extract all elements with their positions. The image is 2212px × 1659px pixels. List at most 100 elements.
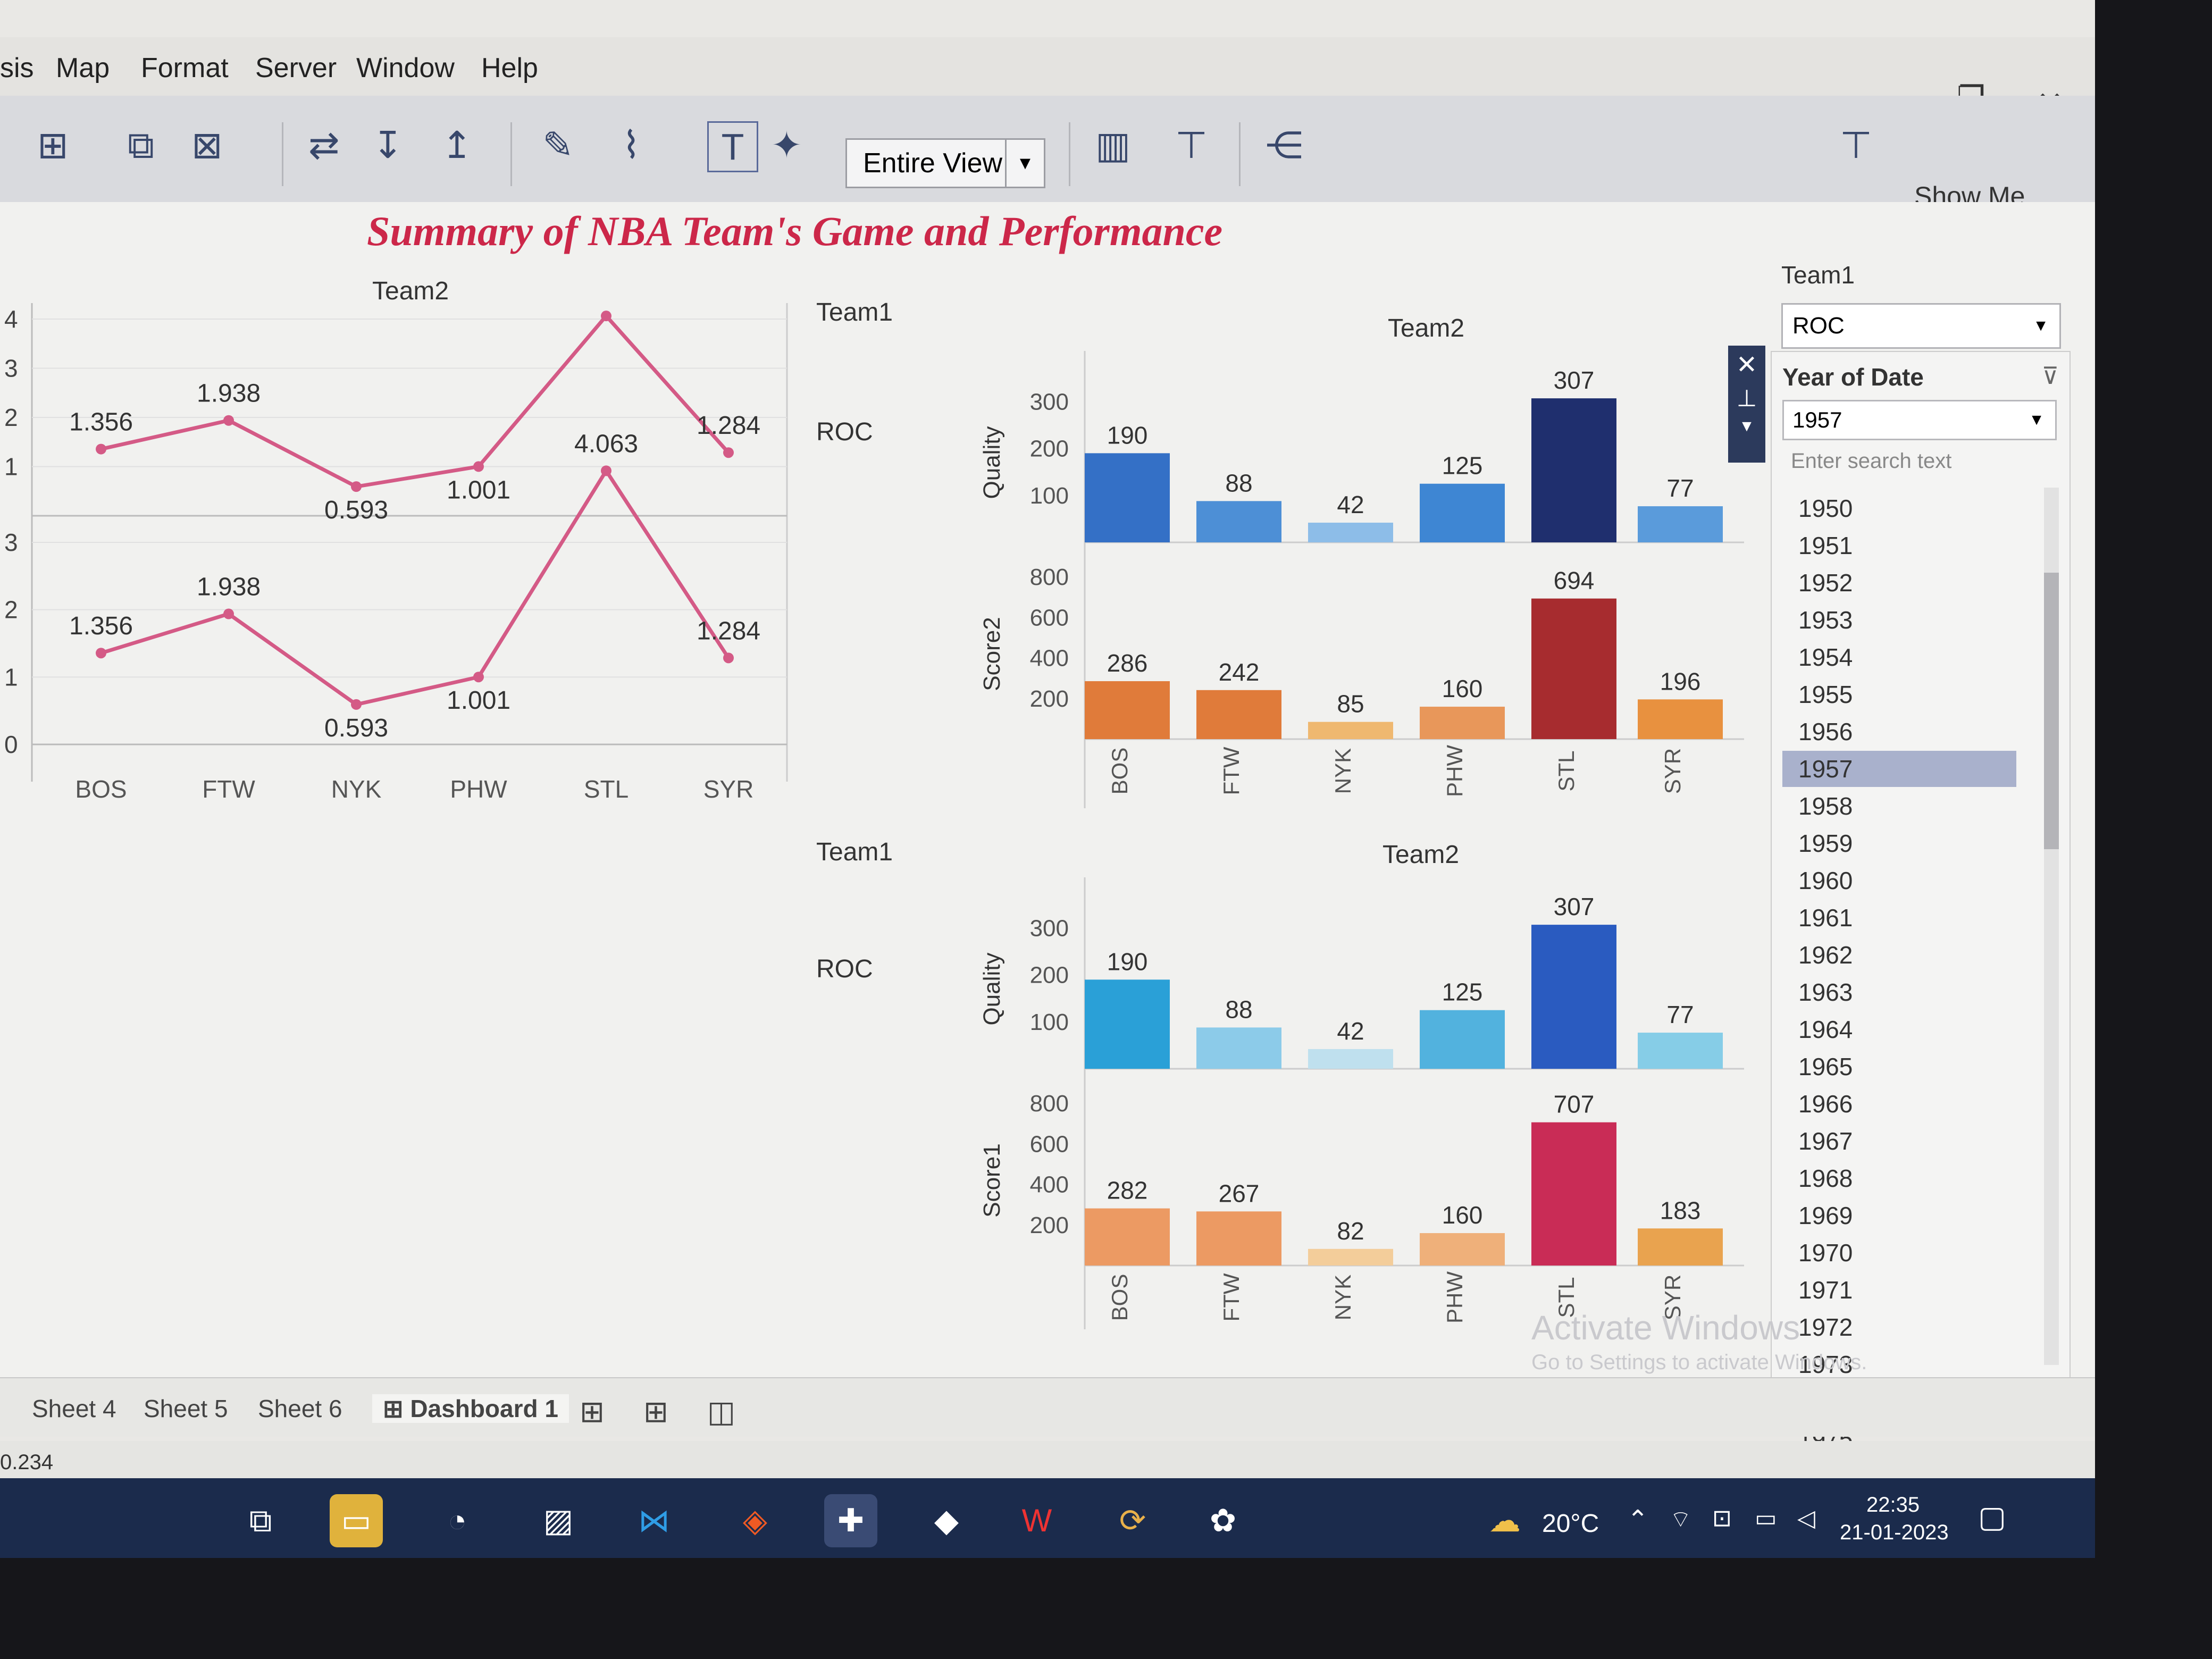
menu-analysis[interactable]: sis	[0, 52, 34, 84]
year-option[interactable]: 1963	[1782, 974, 2016, 1010]
brave-browser-icon[interactable]: ◈	[728, 1494, 782, 1547]
year-option[interactable]: 1972	[1782, 1309, 2016, 1345]
data-label: 77	[1666, 1001, 1694, 1028]
show-me-pin-icon[interactable]: ⊤	[1840, 116, 1872, 174]
tab-dashboard-1[interactable]: ⊞ Dashboard 1	[372, 1394, 569, 1423]
year-filter-dropdown: Year of Date ⊽ 1957 ▼ Enter search text …	[1771, 351, 2071, 1453]
filter-icon[interactable]: ⊽	[2042, 363, 2059, 390]
paint-app-icon[interactable]: ✿	[1196, 1494, 1250, 1547]
notifications-icon[interactable]: ▢	[1978, 1499, 2006, 1535]
year-list-scrollbar[interactable]	[2044, 488, 2059, 1365]
year-option[interactable]: 1966	[1782, 1086, 2016, 1122]
year-option[interactable]: 1959	[1782, 825, 2016, 861]
y-tick-label: 100	[1030, 1009, 1069, 1035]
year-option[interactable]: 1952	[1782, 565, 2016, 601]
close-icon[interactable]: ✕	[1728, 350, 1765, 380]
git-app-icon[interactable]: ◆	[920, 1494, 973, 1547]
year-option[interactable]: 1971	[1782, 1272, 2016, 1308]
network-icon[interactable]: ⊡	[1712, 1505, 1732, 1532]
menu-map[interactable]: Map	[56, 52, 110, 84]
wifi-icon[interactable]: ⌔	[1670, 1505, 1691, 1534]
sync-app-icon[interactable]: ⟳	[1106, 1494, 1159, 1547]
new-story-tab-icon[interactable]: ◫	[707, 1394, 735, 1429]
panel1-team2-header: Team2	[1388, 314, 1465, 342]
clock-app-icon[interactable]: ◔	[431, 1494, 484, 1547]
year-option[interactable]: 1964	[1782, 1011, 2016, 1048]
duplicate-sheet-icon[interactable]: ⧉	[128, 116, 154, 174]
year-option[interactable]: 1962	[1782, 937, 2016, 973]
data-label: 88	[1225, 469, 1252, 497]
battery-icon[interactable]: ▭	[1755, 1505, 1777, 1532]
year-filter-select[interactable]: 1957 ▼	[1782, 400, 2057, 440]
weather-icon[interactable]: ☁	[1478, 1494, 1531, 1547]
year-option[interactable]: 1967	[1782, 1123, 2016, 1159]
vscode-icon[interactable]: ⋈	[627, 1494, 681, 1547]
year-option[interactable]: 1965	[1782, 1049, 2016, 1085]
group-icon[interactable]: ⌇	[622, 116, 640, 174]
sort-descending-icon[interactable]: ↥	[441, 116, 473, 174]
new-dashboard-tab-icon[interactable]: ⊞	[643, 1394, 668, 1429]
data-point	[723, 447, 734, 458]
menu-server[interactable]: Server	[255, 52, 337, 84]
year-option[interactable]: 1954	[1782, 639, 2016, 675]
clock-date: 21-01-2023	[1840, 1521, 1949, 1544]
pin-icon[interactable]: ⊥	[1728, 385, 1765, 412]
pin-icon[interactable]: ✦	[771, 116, 802, 174]
year-option[interactable]: 1968	[1782, 1160, 2016, 1196]
y-tick-label: 1	[4, 663, 18, 691]
year-option[interactable]: 1950	[1782, 490, 2016, 526]
show-hidden-icons-icon[interactable]: ⌃	[1627, 1505, 1648, 1535]
x-tick-label: NYK	[331, 775, 382, 803]
year-option[interactable]: 1953	[1782, 602, 2016, 638]
volume-icon[interactable]: ◁	[1797, 1505, 1815, 1532]
panel2-team2-header: Team2	[1382, 841, 1460, 869]
x-tick-label: FTW	[1219, 747, 1244, 795]
chevron-down-icon[interactable]: ▼	[1728, 417, 1765, 435]
x-tick-label: SYR	[1660, 748, 1685, 794]
text-label-icon[interactable]: T	[707, 121, 758, 172]
menu-bar: sis Map Format Server Window Help	[0, 37, 2095, 96]
tab-sheet-5[interactable]: Sheet 5	[144, 1394, 228, 1423]
data-label: 82	[1337, 1217, 1364, 1245]
year-option[interactable]: 1956	[1782, 714, 2016, 750]
tab-sheet-4[interactable]: Sheet 4	[32, 1394, 116, 1423]
year-search-input[interactable]: Enter search text	[1782, 442, 2054, 480]
presentation-icon[interactable]: ⊤	[1175, 116, 1208, 174]
bar	[1085, 453, 1170, 542]
menu-help[interactable]: Help	[481, 52, 538, 84]
year-option[interactable]: 1958	[1782, 788, 2016, 824]
data-label: 1.938	[197, 380, 261, 408]
year-option[interactable]: 1951	[1782, 527, 2016, 564]
year-option[interactable]: 1955	[1782, 676, 2016, 713]
data-label: 77	[1666, 474, 1694, 502]
menu-window[interactable]: Window	[356, 52, 455, 84]
sort-ascending-icon[interactable]: ↧	[372, 116, 404, 174]
menu-format[interactable]: Format	[141, 52, 229, 84]
cards-icon[interactable]: ▥	[1095, 116, 1130, 174]
new-worksheet-icon[interactable]: ⊞	[37, 116, 69, 174]
sheet-tab-bar: Sheet 4 Sheet 5 Sheet 6 ⊞ Dashboard 1 ⊞ …	[0, 1377, 2095, 1437]
year-option[interactable]: 1961	[1782, 900, 2016, 936]
y-tick-label: 100	[1030, 483, 1069, 509]
tab-sheet-6[interactable]: Sheet 6	[258, 1394, 342, 1423]
clear-sheet-icon[interactable]: ⊠	[191, 116, 223, 174]
task-view-icon[interactable]: ⧉	[234, 1494, 287, 1547]
y-tick-label: 2	[4, 596, 18, 624]
team1-filter-select[interactable]: ROC ▼	[1781, 303, 2061, 349]
year-option[interactable]: 1960	[1782, 862, 2016, 899]
year-option[interactable]: 1957	[1782, 751, 2016, 787]
year-option[interactable]: 1970	[1782, 1235, 2016, 1271]
x-tick-label: NYK	[1330, 1275, 1355, 1320]
wps-office-icon[interactable]: W	[1010, 1494, 1063, 1547]
highlight-icon[interactable]: ✎	[542, 116, 574, 174]
photos-app-icon[interactable]: ▨	[532, 1494, 585, 1547]
swap-icon[interactable]: ⇄	[308, 116, 340, 174]
new-worksheet-tab-icon[interactable]: ⊞	[580, 1394, 605, 1429]
year-option[interactable]: 1969	[1782, 1197, 2016, 1234]
series-line	[100, 467, 730, 707]
share-icon[interactable]: ⋲	[1266, 116, 1303, 174]
fit-view-select[interactable]: Entire View ▼	[845, 138, 1045, 188]
data-label: 88	[1225, 995, 1252, 1023]
tableau-icon[interactable]: ✚	[824, 1494, 877, 1547]
file-explorer-icon[interactable]: ▭	[330, 1494, 383, 1547]
